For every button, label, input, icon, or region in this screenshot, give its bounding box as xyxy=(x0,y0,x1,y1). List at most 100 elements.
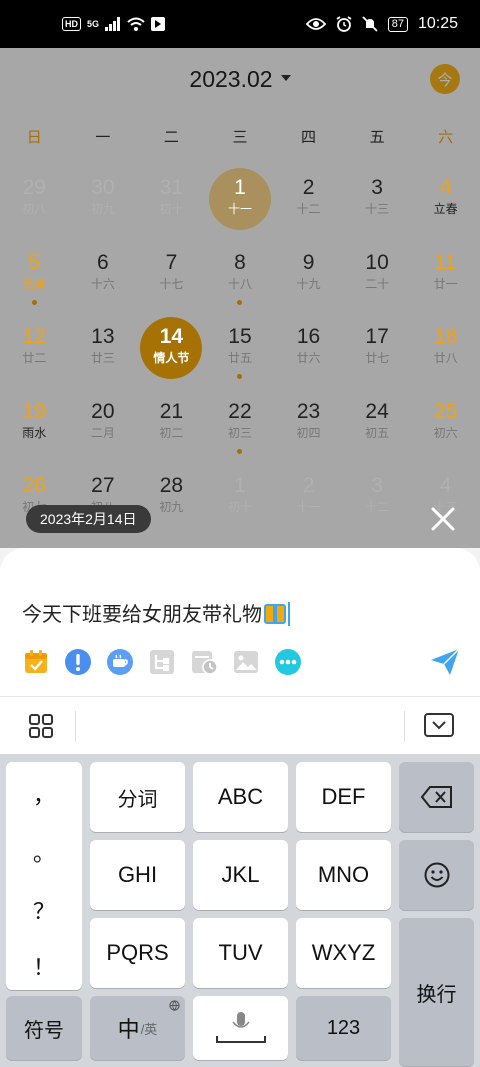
day-number: 1 xyxy=(234,474,246,497)
day-number: 9 xyxy=(302,250,315,274)
calendar-day[interactable]: 31 初十 xyxy=(137,166,206,241)
emoji-key[interactable] xyxy=(399,840,474,910)
image-icon[interactable] xyxy=(232,648,260,676)
day-number: 31 xyxy=(159,176,184,199)
event-dot xyxy=(237,374,243,379)
calendar-day[interactable]: 3 十二 xyxy=(343,464,412,539)
signal-icon xyxy=(105,17,121,31)
calendar-day[interactable]: 25 初六 xyxy=(411,390,480,465)
weekday-header: 日 一 二 三 四 五 六 xyxy=(0,126,480,147)
punct-key[interactable]: 。 xyxy=(6,836,82,868)
calendar-day[interactable]: 19 雨水 xyxy=(0,390,69,465)
calendar-day[interactable]: 8 十八 xyxy=(206,241,275,316)
calendar-day[interactable]: 20 二月 xyxy=(69,390,138,465)
calendar-day[interactable]: 1 初十 xyxy=(206,464,275,539)
calendar-day[interactable]: 22 初三 xyxy=(206,390,275,465)
day-number: 27 xyxy=(91,474,115,497)
emoji-icon xyxy=(424,862,449,888)
close-icon[interactable] xyxy=(430,506,456,532)
calendar-day[interactable]: 30 初九 xyxy=(69,166,138,241)
day-number: 12 xyxy=(22,325,46,348)
calendar-day[interactable]: 5 元宵 xyxy=(0,241,69,316)
lunar-label: 廿二 xyxy=(22,351,47,365)
key-segment[interactable]: 分词 xyxy=(90,762,185,832)
priority-icon[interactable] xyxy=(64,648,92,676)
punct-key[interactable]: ！ xyxy=(6,950,82,982)
month-label: 2023.02 xyxy=(189,66,273,92)
keyboard-toolbar xyxy=(0,696,480,754)
task-input[interactable]: 今天下班要给女朋友带礼物 xyxy=(22,598,290,627)
key-wxyz[interactable]: WXYZ xyxy=(296,918,391,988)
calendar-day[interactable]: 17 廿七 xyxy=(343,315,412,390)
calendar-day[interactable]: 23 初四 xyxy=(274,390,343,465)
punct-key[interactable]: ， xyxy=(6,778,82,810)
calendar-icon[interactable] xyxy=(22,648,50,676)
lunar-label: 廿五 xyxy=(227,351,252,365)
keyboard-menu-icon[interactable] xyxy=(28,713,54,739)
key-mno[interactable]: MNO xyxy=(296,840,391,910)
calendar-day[interactable]: 12 廿二 xyxy=(0,315,69,390)
key-def[interactable]: DEF xyxy=(296,762,391,832)
send-icon[interactable] xyxy=(430,648,460,676)
day-number: 1 xyxy=(234,176,246,199)
event-dot xyxy=(237,448,243,454)
hide-keyboard-icon[interactable] xyxy=(424,713,454,737)
calendar-day[interactable]: 15 廿五 xyxy=(206,315,275,390)
punct-key[interactable]: ？ xyxy=(6,894,82,926)
key-tuv[interactable]: TUV xyxy=(193,918,288,988)
symbols-key[interactable]: 符号 xyxy=(6,996,82,1060)
space-key[interactable] xyxy=(193,996,288,1060)
language-switch-key[interactable]: 中/英 xyxy=(90,996,185,1060)
calendar-day[interactable]: 3 十三 xyxy=(343,166,412,241)
calendar-day[interactable]: 11 廿一 xyxy=(411,241,480,316)
weekday-label: 日 xyxy=(26,129,42,146)
text-cursor xyxy=(288,602,290,626)
calendar-day[interactable]: 14 情人节 xyxy=(137,315,206,390)
more-icon[interactable] xyxy=(274,648,302,676)
calendar-day[interactable]: 1 十一 xyxy=(206,166,275,241)
day-number: 17 xyxy=(365,325,389,348)
calendar-day[interactable]: 4 立春 xyxy=(411,166,480,241)
schedule-icon[interactable] xyxy=(190,648,218,676)
key-abc[interactable]: ABC xyxy=(193,762,288,832)
calendar-day[interactable]: 7 十七 xyxy=(137,241,206,316)
calendar-day[interactable]: 2 十一 xyxy=(274,464,343,539)
calendar-day[interactable]: 18 廿八 xyxy=(411,315,480,390)
network-type: 5G xyxy=(87,19,100,29)
numbers-key[interactable]: 123 xyxy=(296,996,391,1060)
lunar-label: 十一 xyxy=(227,202,252,216)
lang-main-label: 中 xyxy=(117,1017,140,1042)
punctuation-column[interactable]: ， 。 ？ ！ xyxy=(6,762,82,990)
lunar-label: 初十 xyxy=(227,500,252,514)
subtask-icon[interactable] xyxy=(148,648,176,676)
day-number: 29 xyxy=(22,176,46,199)
day-number: 4 xyxy=(439,176,452,199)
key-pqrs[interactable]: PQRS xyxy=(90,918,185,988)
day-number: 4 xyxy=(439,474,452,497)
weekday-label: 三 xyxy=(232,129,248,146)
day-number: 21 xyxy=(159,399,184,423)
backspace-key[interactable] xyxy=(399,762,474,832)
key-ghi[interactable]: GHI xyxy=(90,840,185,910)
enter-key[interactable]: 换行 xyxy=(399,918,474,1066)
calendar-day[interactable]: 13 廿三 xyxy=(69,315,138,390)
calendar-day[interactable]: 9 十九 xyxy=(274,241,343,316)
coffee-icon[interactable] xyxy=(106,648,134,676)
calendar-day[interactable]: 10 二十 xyxy=(343,241,412,316)
lunar-label: 元宵 xyxy=(22,276,47,291)
day-number: 2 xyxy=(302,176,315,199)
calendar-day[interactable]: 16 廿六 xyxy=(274,315,343,390)
weekday-label: 四 xyxy=(301,129,317,146)
clock: 10:25 xyxy=(417,15,458,32)
calendar-day[interactable]: 21 初二 xyxy=(137,390,206,465)
calendar-day[interactable]: 29 初八 xyxy=(0,166,69,241)
month-selector[interactable]: 2023.02 xyxy=(0,66,480,93)
keyboard: ， 。 ？ ！ 分词 ABC DEF GHI JKL MNO PQRS TUV … xyxy=(0,754,480,1067)
calendar-day[interactable]: 2 十二 xyxy=(274,166,343,241)
day-number: 10 xyxy=(365,250,389,274)
event-dot xyxy=(31,299,37,305)
today-button[interactable]: 今 xyxy=(430,64,460,94)
key-jkl[interactable]: JKL xyxy=(193,840,288,910)
calendar-day[interactable]: 6 十六 xyxy=(69,241,138,316)
calendar-day[interactable]: 24 初五 xyxy=(343,390,412,465)
